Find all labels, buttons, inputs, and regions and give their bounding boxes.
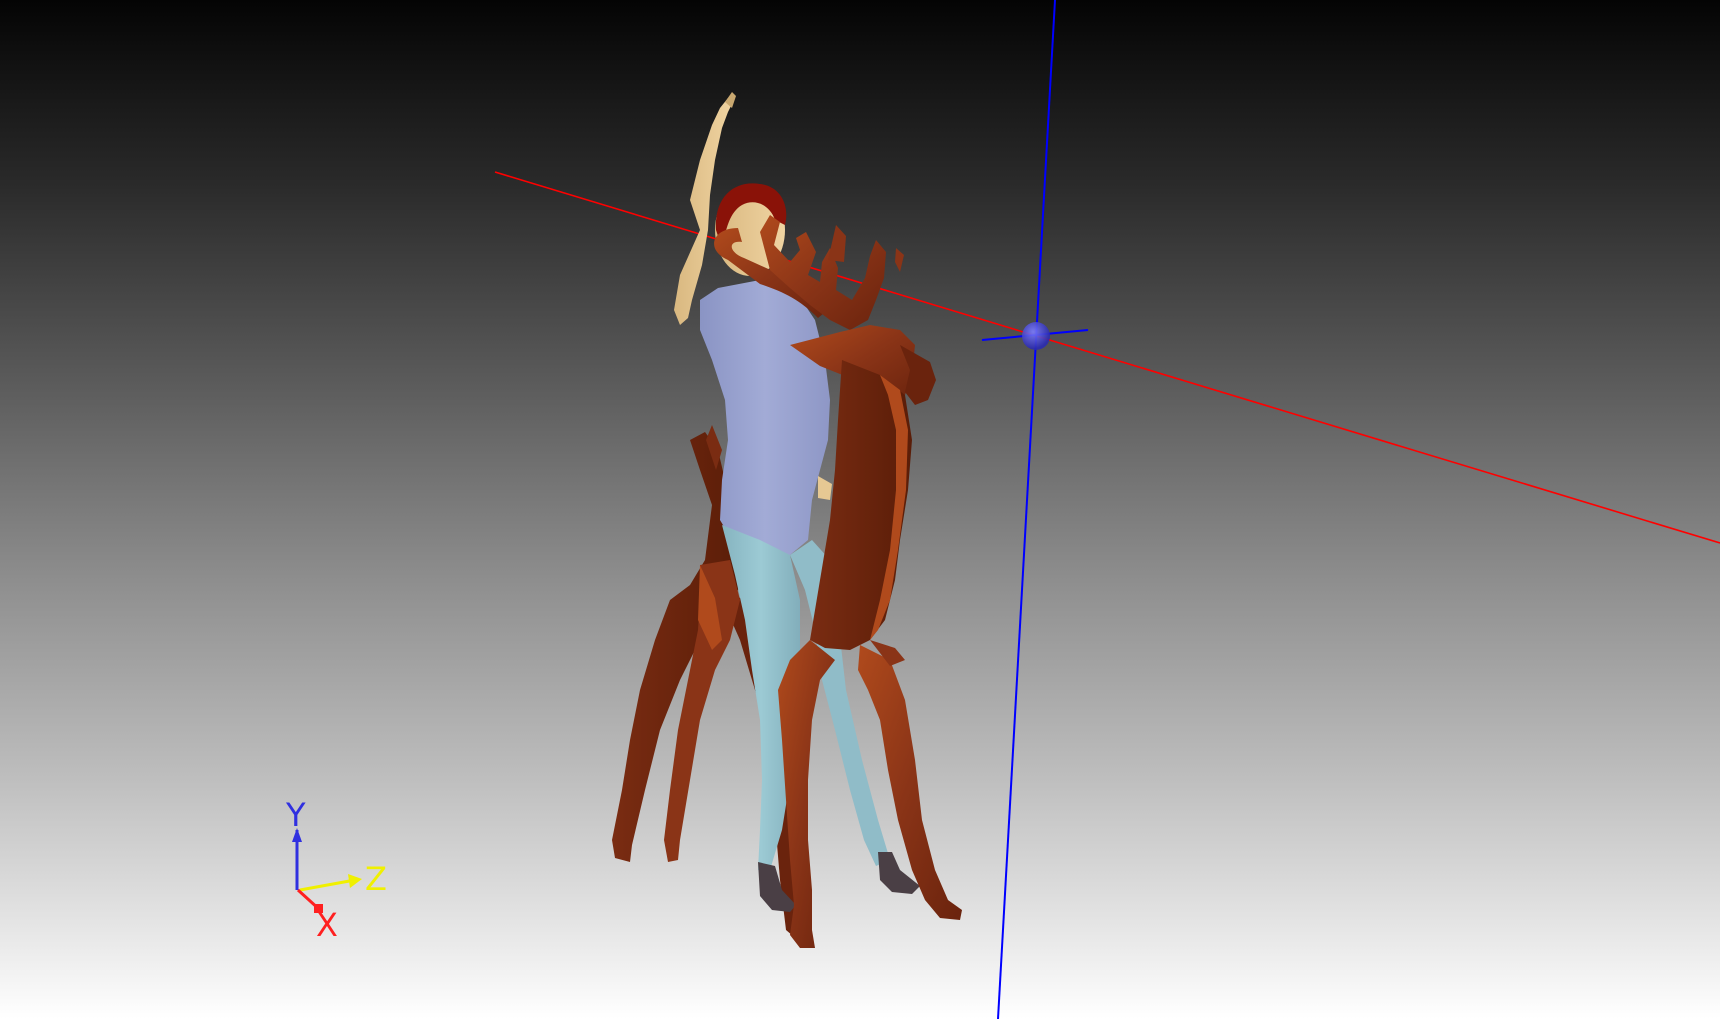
- 3d-viewport[interactable]: Y Z X: [0, 0, 1720, 1019]
- manipulator-x-line[interactable]: [494, 171, 1720, 544]
- pivot-sphere-icon[interactable]: [981, 322, 1089, 350]
- axis-z-line: [299, 878, 356, 892]
- axis-x-label: X: [316, 906, 338, 944]
- axis-y-label: Y: [285, 796, 306, 834]
- axis-z-arrow-icon: [348, 874, 362, 888]
- axis-triad: Y Z X: [285, 796, 387, 944]
- axis-z-label: Z: [365, 860, 387, 898]
- manipulator-y-line[interactable]: [997, 0, 1056, 1019]
- scene-canvas[interactable]: Y Z X: [0, 0, 1720, 1019]
